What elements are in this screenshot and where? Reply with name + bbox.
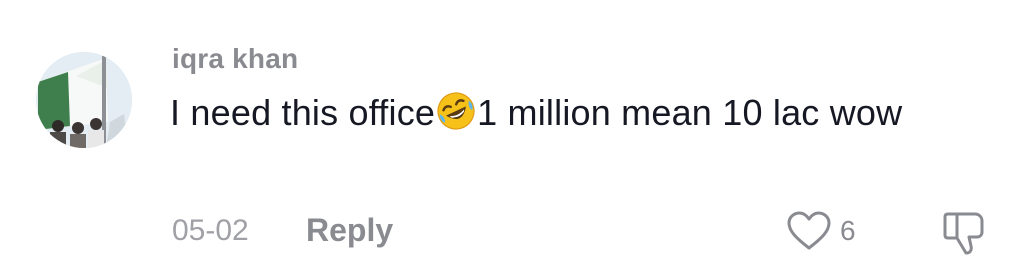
rolling-on-floor-laughing-icon: [437, 92, 475, 130]
comment-username[interactable]: iqra khan: [172, 40, 298, 78]
comment-text-part-1: I need this office: [170, 92, 436, 133]
like-button[interactable]: 6: [786, 208, 856, 254]
avatar[interactable]: [36, 52, 132, 148]
heart-outline-icon: [787, 211, 831, 250]
avatar-flag-photo: [36, 52, 132, 148]
comment-date: 05-02: [172, 214, 249, 247]
thumbs-down-icon: [943, 212, 984, 255]
dislike-button[interactable]: [940, 208, 990, 258]
reply-button[interactable]: Reply: [306, 211, 393, 249]
like-count: 6: [840, 215, 856, 246]
comment-text: I need this office 1 million mean 10 lac…: [170, 88, 970, 138]
comment-text-part-2: 1 million mean 10 lac wow: [477, 92, 903, 133]
